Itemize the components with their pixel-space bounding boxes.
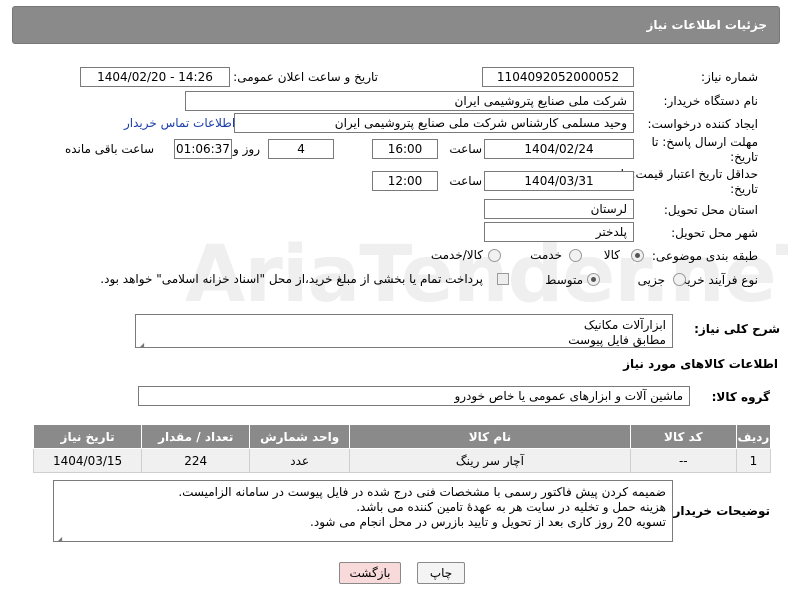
goods-group-field: ماشین آلات و ابزارهای عمومی یا خاص خودرو <box>138 386 690 406</box>
deadline-label: مهلت ارسال پاسخ: تا تاریخ: <box>651 135 758 164</box>
description-textarea[interactable]: ابزارآلات مکانیک مطابق فایل پیوست ◢ <box>135 314 673 348</box>
back-button[interactable]: بازگشت <box>339 562 401 584</box>
page-header: جزئیات اطلاعات نیاز <box>12 6 780 44</box>
process-option-minor: جزیی <box>637 273 665 287</box>
creator-field: وحید مسلمی کارشناس شرکت ملی صنایع پتروشی… <box>234 113 634 133</box>
deadline-time-label: ساعت <box>449 142 482 156</box>
description-label: شرح کلی نیاز: <box>694 322 780 336</box>
process-option-medium: متوسط <box>545 273 583 287</box>
resize-grip-icon[interactable]: ◢ <box>56 532 64 541</box>
remaining-time-label: ساعت باقی مانده <box>64 142 154 156</box>
deadline-time-field: 16:00 <box>372 139 438 159</box>
cell-need-date: 1404/03/15 <box>32 448 143 473</box>
deadline-date-field: 1404/02/24 <box>484 139 634 159</box>
category-option-service: خدمت <box>530 248 562 262</box>
buyer-notes-label: توضیحات خریدار: <box>668 504 770 518</box>
cell-goods-name: آچار سر رینگ <box>349 448 631 473</box>
province-field: لرستان <box>484 199 634 219</box>
cell-row-number: 1 <box>735 448 772 473</box>
col-goods-name: نام کالا <box>349 424 631 449</box>
description-line-1: ابزارآلات مکانیک <box>583 318 666 332</box>
buyer-notes-line-2: هزینه حمل و تخلیه در سایت هر به عهدهٔ تا… <box>356 500 666 514</box>
process-note: پرداخت تمام یا بخشی از مبلغ خرید،از محل … <box>100 272 483 286</box>
cell-unit: عدد <box>249 448 351 473</box>
category-option-goods-service: کالا/خدمت <box>430 248 483 262</box>
col-unit: واحد شمارش <box>249 424 351 449</box>
buyer-notes-line-1: ضمیمه کردن پیش فاکتور رسمی با مشخصات فنی… <box>178 485 666 499</box>
validity-label: حداقل تاریخ اعتبار قیمت: تا تاریخ: <box>620 167 758 196</box>
cell-quantity: 224 <box>141 448 251 473</box>
buyer-org-field: شرکت ملی صنایع پتروشیمی ایران <box>185 91 634 111</box>
category-option-goods: کالا <box>603 248 620 262</box>
buyer-notes-textarea[interactable]: ضمیمه کردن پیش فاکتور رسمی با مشخصات فنی… <box>53 480 673 542</box>
category-radio-goods[interactable] <box>631 249 644 262</box>
validity-date-field: 1404/03/31 <box>484 171 634 191</box>
days-label: روز و <box>233 142 260 156</box>
goods-table: ردیف کد کالا نام کالا واحد شمارش تعداد /… <box>32 424 772 473</box>
need-number-field: 1104092052000052 <box>482 67 634 87</box>
province-label: استان محل تحویل: <box>663 203 758 217</box>
announce-label: تاریخ و ساعت اعلان عمومی: <box>233 70 378 84</box>
col-goods-code: کد کالا <box>629 424 737 449</box>
contact-info-link[interactable]: اطلاعات تماس خریدار <box>124 116 235 130</box>
days-field: 4 <box>268 139 334 159</box>
announce-field: 1404/02/20 - 14:26 <box>80 67 230 87</box>
table-row: 1 -- آچار سر رینگ عدد 224 1404/03/15 <box>32 448 772 473</box>
category-radio-goods-service[interactable] <box>488 249 501 262</box>
process-radio-minor[interactable] <box>673 273 686 286</box>
process-radio-medium[interactable] <box>587 273 600 286</box>
remaining-time-field: 01:06:37 <box>174 139 232 159</box>
city-label: شهر محل تحویل: <box>671 226 758 240</box>
cell-goods-code: -- <box>629 448 737 473</box>
page-title: جزئیات اطلاعات نیاز <box>646 18 767 32</box>
need-number-label: شماره نیاز: <box>701 70 758 84</box>
col-row-number: ردیف <box>735 424 772 449</box>
buyer-notes-line-3: تسویه 20 روز کاری بعد از تحویل و تایید ب… <box>310 515 666 529</box>
validity-time-field: 12:00 <box>372 171 438 191</box>
goods-section-title: اطلاعات کالاهای مورد نیاز <box>623 357 778 371</box>
validity-time-label: ساعت <box>449 174 482 188</box>
resize-grip-icon[interactable]: ◢ <box>138 338 146 347</box>
description-line-2: مطابق فایل پیوست <box>568 333 666 347</box>
creator-label: ایجاد کننده درخواست: <box>647 117 758 131</box>
category-radio-service[interactable] <box>569 249 582 262</box>
city-field: پلدختر <box>484 222 634 242</box>
col-quantity: تعداد / مقدار <box>141 424 251 449</box>
buyer-org-label: نام دستگاه خریدار: <box>663 94 759 108</box>
category-label: طبقه بندی موضوعی: <box>651 249 758 263</box>
goods-group-label: گروه کالا: <box>711 390 770 404</box>
table-header-row: ردیف کد کالا نام کالا واحد شمارش تعداد /… <box>32 424 772 449</box>
treasury-payment-checkbox[interactable] <box>497 273 509 285</box>
col-need-date: تاریخ نیاز <box>32 424 143 449</box>
print-button[interactable]: چاپ <box>417 562 465 584</box>
